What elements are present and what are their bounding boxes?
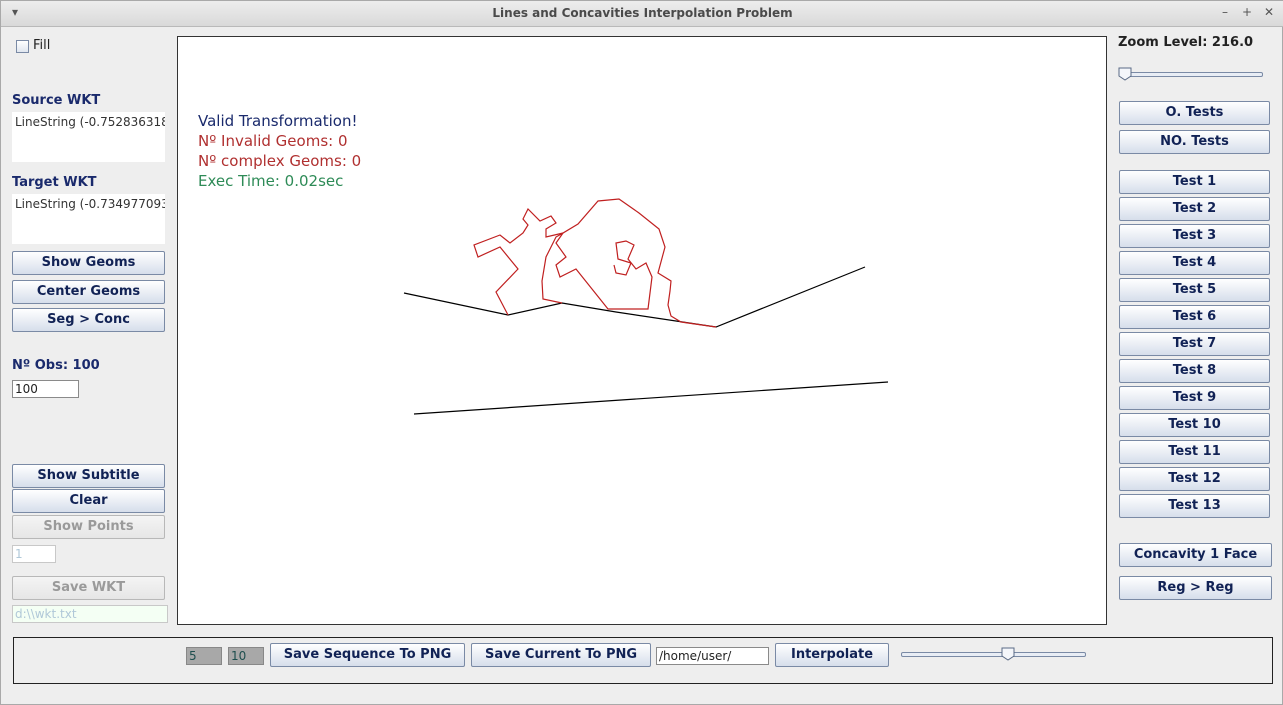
test-6-button[interactable]: Test 6 [1119, 305, 1270, 329]
test-4-button[interactable]: Test 4 [1119, 251, 1270, 275]
o-tests-button[interactable]: O. Tests [1119, 101, 1270, 125]
wkt-path-input[interactable]: d:\\wkt.txt [12, 605, 168, 623]
show-subtitle-button[interactable]: Show Subtitle [12, 464, 165, 488]
zoom-slider-track[interactable] [1119, 72, 1263, 77]
seg-conc-button[interactable]: Seg > Conc [12, 308, 165, 332]
save-current-png-button[interactable]: Save Current To PNG [471, 643, 651, 667]
fill-label: Fill [33, 38, 51, 53]
test-11-button[interactable]: Test 11 [1119, 440, 1270, 464]
test-2-button[interactable]: Test 2 [1119, 197, 1270, 221]
geometry-svg [403, 198, 889, 415]
window-title: Lines and Concavities Interpolation Prob… [492, 6, 793, 20]
save-sequence-png-button[interactable]: Save Sequence To PNG [270, 643, 465, 667]
concavity-1-face-button[interactable]: Concavity 1 Face [1119, 543, 1272, 567]
test-8-button[interactable]: Test 8 [1119, 359, 1270, 383]
source-linestring [403, 266, 866, 328]
show-points-button[interactable]: Show Points [12, 515, 165, 539]
zoom-label: Zoom Level: 216.0 [1118, 35, 1254, 50]
clear-button[interactable]: Clear [12, 489, 165, 513]
app-window: ▾ Lines and Concavities Interpolation Pr… [0, 0, 1283, 705]
center-geoms-button[interactable]: Center Geoms [12, 280, 165, 304]
obs-input[interactable]: 100 [12, 380, 79, 398]
maximize-icon[interactable]: + [1239, 5, 1255, 19]
show-geoms-button[interactable]: Show Geoms [12, 251, 165, 275]
test-5-button[interactable]: Test 5 [1119, 278, 1270, 302]
test-9-button[interactable]: Test 9 [1119, 386, 1270, 410]
test-1-button[interactable]: Test 1 [1119, 170, 1270, 194]
zoom-slider-thumb[interactable] [1118, 67, 1132, 81]
test-12-button[interactable]: Test 12 [1119, 467, 1270, 491]
interpolation-slider-track[interactable] [901, 652, 1086, 657]
interpolated-shape-inner [541, 232, 653, 310]
points-input[interactable]: 1 [12, 545, 56, 563]
save-wkt-button[interactable]: Save WKT [12, 576, 165, 600]
target-wkt-field[interactable]: LineString (-0.73497709321 [12, 194, 165, 244]
interpolate-button[interactable]: Interpolate [775, 643, 889, 667]
fill-checkbox[interactable] [16, 40, 29, 53]
source-wkt-label: Source WKT [12, 93, 101, 108]
minimize-icon[interactable]: – [1217, 5, 1233, 19]
frame-start-input[interactable]: 5 [186, 647, 222, 665]
obs-label: Nº Obs: 100 [12, 358, 100, 373]
test-13-button[interactable]: Test 13 [1119, 494, 1270, 518]
no-tests-button[interactable]: NO. Tests [1119, 130, 1270, 154]
test-10-button[interactable]: Test 10 [1119, 413, 1270, 437]
frame-count-input[interactable]: 10 [228, 647, 264, 665]
source-wkt-field[interactable]: LineString (-0.75283631873 [12, 112, 165, 162]
output-path-input[interactable]: /home/user/ [656, 647, 769, 665]
drawing-canvas[interactable]: Valid Transformation! Nº Invalid Geoms: … [177, 36, 1107, 625]
close-icon[interactable]: ✕ [1261, 5, 1277, 19]
interpolation-slider-thumb[interactable] [1001, 647, 1015, 661]
interpolated-shape [473, 198, 717, 328]
target-linestring [413, 381, 889, 415]
test-7-button[interactable]: Test 7 [1119, 332, 1270, 356]
title-bar: ▾ Lines and Concavities Interpolation Pr… [1, 1, 1283, 27]
target-wkt-label: Target WKT [12, 175, 97, 190]
test-3-button[interactable]: Test 3 [1119, 224, 1270, 248]
reg-reg-button[interactable]: Reg > Reg [1119, 576, 1272, 600]
